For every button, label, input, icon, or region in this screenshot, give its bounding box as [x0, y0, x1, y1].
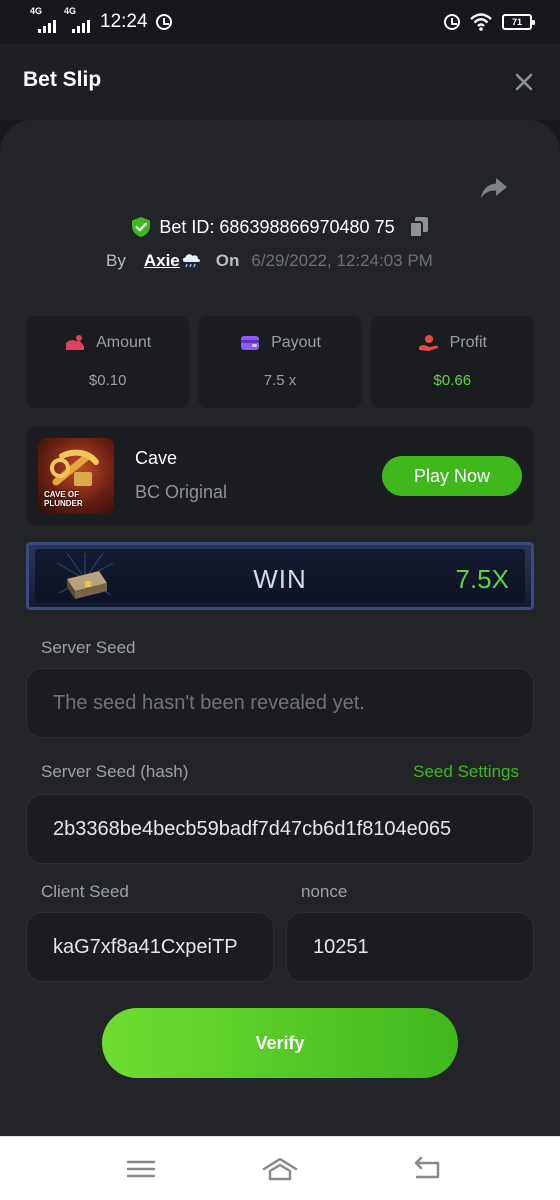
network-type-2: 4G	[64, 5, 77, 16]
nonce-label: nonce	[301, 882, 348, 901]
thumb-text-line-2: PLUNDER	[44, 499, 83, 508]
thumb-text-line-1: CAVE OF	[44, 490, 79, 499]
server-seed-field: The seed hasn't been revealed yet.	[26, 668, 534, 738]
result-multiplier: 7.5X	[455, 564, 510, 594]
network-type: 4G	[30, 5, 43, 16]
verify-button[interactable]: Verify	[102, 1008, 458, 1078]
nonce-field[interactable]: 10251	[286, 912, 534, 982]
status-bar: 4G 4G 12:24 71	[0, 0, 560, 44]
server-seed-hash-field[interactable]: 2b3368be4becb59badf7d47cb6d1f8104e065	[26, 794, 534, 864]
signal-icon-2: 4G	[64, 6, 90, 33]
game-provider: BC Original	[135, 482, 228, 502]
battery-level: 71	[511, 17, 522, 27]
game-row: CAVE OF PLUNDER Cave BC Original Play No…	[26, 426, 534, 526]
stat-profit-value: $0.66	[433, 372, 472, 389]
wifi-icon	[470, 13, 492, 31]
alarm-icon	[155, 14, 172, 30]
page-title: Bet Slip	[23, 68, 102, 91]
status-time: 12:24	[100, 11, 148, 32]
seed-settings-link[interactable]: Seed Settings	[413, 762, 519, 782]
username-link[interactable]: Axie	[144, 251, 180, 271]
by-label: By	[106, 251, 126, 270]
result-banner: WIN 7.5X	[26, 542, 534, 610]
stat-amount-value: $0.10	[88, 372, 127, 389]
bet-detail-card: Bet ID: 686398866970480 75 By Axie On 6/…	[0, 120, 560, 1136]
menu-icon[interactable]	[126, 1155, 156, 1183]
play-now-button[interactable]: Play Now	[382, 456, 522, 496]
amount-icon	[66, 335, 85, 350]
bet-id: Bet ID: 686398866970480 75	[159, 216, 395, 237]
home-icon[interactable]	[262, 1155, 298, 1183]
battery-icon: 71	[502, 14, 535, 30]
client-seed-label: Client Seed	[41, 882, 129, 901]
bet-date: 6/29/2022, 12:24:03 PM	[251, 251, 433, 270]
stat-amount-label: Amount	[96, 334, 152, 351]
game-name: Cave	[135, 448, 178, 468]
system-nav-bar	[0, 1136, 560, 1200]
rain-cloud-icon	[182, 254, 200, 268]
stat-payout: Payout 7.5 x	[198, 316, 362, 408]
verified-shield-icon	[132, 217, 151, 237]
bettor-row: By Axie On 6/29/2022, 12:24:03 PM	[106, 246, 433, 276]
copy-icon[interactable]	[408, 216, 429, 238]
signal-icon: 4G	[30, 6, 56, 33]
bet-stats: Amount $0.10 Payout 7.5 x Profit $0.66	[26, 316, 534, 408]
server-seed-label: Server Seed	[41, 638, 136, 657]
game-thumbnail[interactable]: CAVE OF PLUNDER	[38, 438, 114, 514]
share-icon[interactable]	[480, 176, 508, 200]
bet-slip-header: Bet Slip	[0, 44, 560, 120]
stat-profit-label: Profit	[449, 334, 487, 351]
server-seed-hash-label: Server Seed (hash)	[41, 762, 189, 781]
back-icon[interactable]	[412, 1155, 442, 1183]
stat-payout-value: 7.5 x	[263, 372, 297, 389]
client-seed-field[interactable]: kaG7xf8a41CxpeiTP	[26, 912, 274, 982]
on-label: On	[215, 251, 240, 270]
game-thumbnail-text: CAVE OF PLUNDER	[44, 490, 83, 508]
result-label: WIN	[253, 564, 307, 594]
stat-profit: Profit $0.66	[370, 316, 534, 408]
alarm-icon-right	[444, 14, 460, 30]
stat-amount: Amount $0.10	[26, 316, 190, 408]
profit-icon	[418, 335, 438, 351]
stat-payout-label: Payout	[271, 334, 321, 351]
bet-id-row: Bet ID: 686398866970480 75	[0, 212, 560, 242]
wallet-icon	[241, 336, 260, 350]
close-icon[interactable]	[514, 72, 534, 92]
